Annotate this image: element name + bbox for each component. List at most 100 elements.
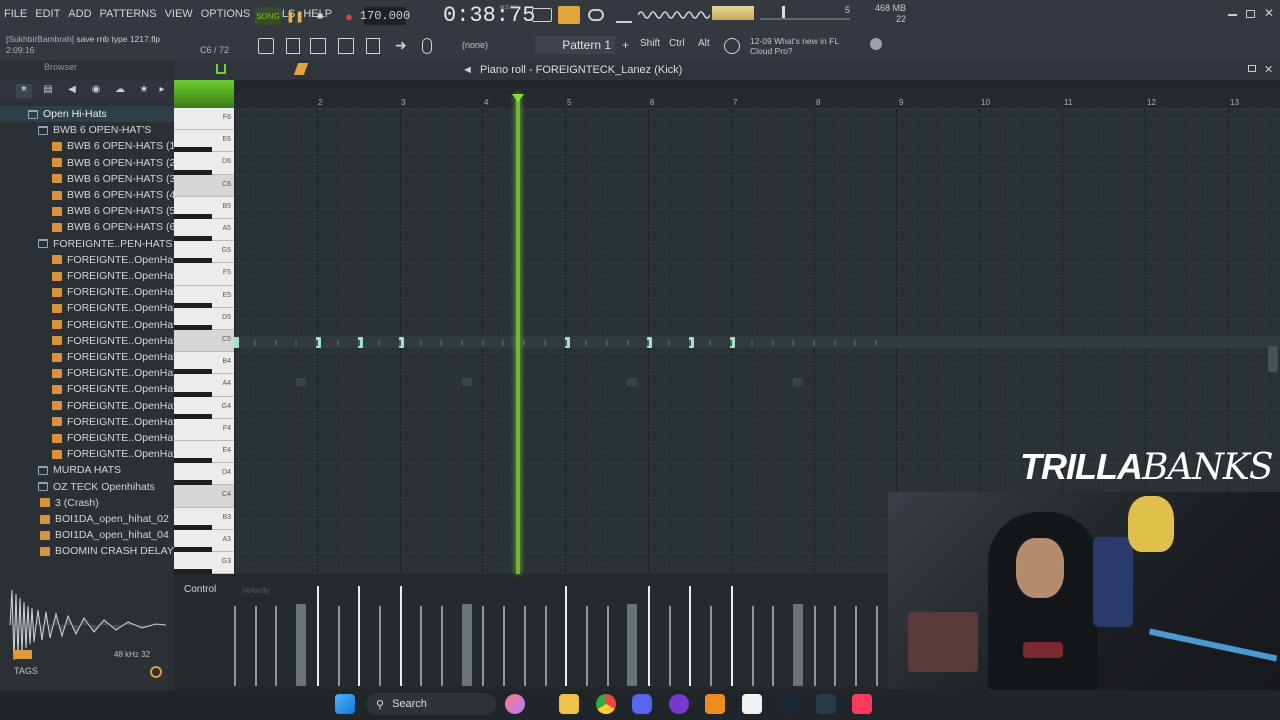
chrome-icon[interactable] [596, 694, 616, 714]
capcut-icon[interactable] [742, 694, 762, 714]
velocity-bar[interactable] [565, 586, 568, 686]
piano-roll-maximize-icon[interactable] [1248, 65, 1256, 72]
globe-icon[interactable] [870, 38, 882, 50]
velocity-bar[interactable] [523, 606, 526, 686]
browser-item[interactable]: FOREIGNTE..OpenHat) [52, 333, 174, 349]
steam-icon[interactable] [779, 694, 799, 714]
browser-item[interactable]: Open Hi-Hats [0, 106, 174, 122]
white-key[interactable]: F6 [174, 108, 234, 131]
file-explorer-icon[interactable] [559, 694, 579, 714]
menu-patterns[interactable]: PATTERNS [100, 8, 157, 20]
browser-item[interactable]: OZ TECK Openhihats [38, 479, 155, 495]
browser-sync-icon[interactable]: ◉ [88, 84, 104, 98]
itunes-icon[interactable] [852, 694, 872, 714]
control-label[interactable]: Control [184, 584, 216, 595]
white-key[interactable]: F4 [174, 418, 234, 441]
velocity-bar[interactable] [503, 606, 506, 686]
news-icon[interactable] [724, 38, 740, 54]
alt-key[interactable]: Alt [698, 38, 710, 49]
channel-rack-icon[interactable] [286, 38, 300, 54]
shift-key[interactable]: Shift [640, 38, 660, 49]
windows-start-icon[interactable] [335, 694, 355, 714]
menu-add[interactable]: ADD [68, 8, 91, 20]
velocity-bar[interactable] [420, 606, 423, 686]
browser-item[interactable]: FOREIGNTE..OpenHat) [52, 381, 174, 397]
tags-label[interactable]: TAGS [14, 666, 38, 676]
cloud-icon[interactable]: ☁ [112, 84, 128, 98]
colorful-app-icon[interactable] [505, 694, 525, 714]
taskbar-search[interactable]: ⚲ Search [366, 693, 496, 715]
typing-keyboard-icon[interactable] [532, 8, 552, 22]
browser-more-icon[interactable]: ▸ [154, 84, 170, 98]
black-key[interactable] [174, 569, 212, 574]
velocity-bar[interactable] [296, 604, 306, 686]
master-volume-handle[interactable] [782, 6, 785, 18]
menu-view[interactable]: VIEW [165, 8, 193, 20]
browser-item[interactable]: BWB 6 OPEN-HATS (1) [52, 138, 174, 154]
browser-item[interactable]: FOREIGNTE..OpenHat) [52, 252, 174, 268]
search-icon[interactable] [150, 666, 162, 678]
menu-edit[interactable]: EDIT [35, 8, 60, 20]
velocity-bar[interactable] [254, 606, 257, 686]
velocity-bar[interactable] [710, 606, 713, 686]
mixer-icon[interactable] [338, 38, 354, 54]
velocity-bar[interactable] [730, 586, 733, 686]
browser-item[interactable]: MURDA HATS [38, 462, 121, 478]
velocity-bar[interactable] [337, 606, 340, 686]
velocity-bar[interactable] [689, 586, 692, 686]
menu-file[interactable]: FILE [4, 8, 27, 20]
music-app-icon[interactable] [669, 694, 689, 714]
white-key[interactable]: C5 [174, 330, 234, 353]
piano-keyboard[interactable]: F6 E6 D6 C6 B5 A5 G5 F5 E5 D5 C5 B4 A4 G4 F4 E4 D4 C4 B3 A3… [174, 108, 234, 574]
controller-icon[interactable] [816, 694, 836, 714]
velocity-bar[interactable] [606, 606, 609, 686]
browser-item[interactable]: BOOMIN CRASH DELAY [40, 543, 174, 559]
stop-icon[interactable]: ■ [312, 7, 328, 25]
browser-item[interactable]: BWB 6 OPEN-HATS (6) [52, 219, 174, 235]
maximize-icon[interactable] [1246, 10, 1255, 18]
menu-options[interactable]: OPTIONS [201, 8, 251, 20]
browser-item[interactable]: FOREIGNTE..PEN-HATS [38, 236, 172, 252]
arrow-right-icon[interactable]: ➜ [395, 37, 407, 54]
browser-all-icon[interactable]: ✶ [16, 84, 32, 98]
scroll-overview[interactable] [174, 80, 234, 108]
velocity-bar[interactable] [316, 586, 319, 686]
playhead-marker[interactable] [512, 94, 524, 102]
pattern-selector[interactable]: Pattern 1 [535, 36, 615, 54]
browser-item[interactable]: FOREIGNTE..OpenHat) [52, 398, 174, 414]
velocity-bar[interactable] [544, 606, 547, 686]
tempo-field[interactable]: 170.000 [360, 7, 410, 25]
minimize-icon[interactable] [1228, 14, 1237, 16]
white-key[interactable]: F5 [174, 263, 234, 286]
velocity-bar[interactable] [378, 606, 381, 686]
timeline-ruler[interactable] [234, 94, 1280, 108]
midi-note[interactable] [234, 337, 239, 348]
browser-item[interactable]: 3 (Crash) [40, 495, 99, 511]
piano-roll-icon[interactable] [310, 38, 326, 54]
velocity-bar[interactable] [813, 606, 816, 686]
pause-icon[interactable]: ❚❚ [286, 7, 304, 25]
browser-item[interactable]: BWB 6 OPEN-HATS (3) [52, 171, 174, 187]
velocity-bar[interactable] [648, 586, 650, 686]
velocity-bar[interactable] [668, 606, 671, 686]
add-pattern-icon[interactable]: + [622, 38, 629, 52]
discord-icon[interactable] [632, 694, 652, 714]
velocity-bar[interactable] [441, 606, 443, 686]
browser-item[interactable]: BOI1DA_open_hihat_02 [40, 511, 169, 527]
velocity-bar[interactable] [482, 606, 485, 686]
fl-studio-icon[interactable] [705, 694, 725, 714]
browser-back-icon[interactable]: ◀ [64, 84, 80, 98]
browser-item[interactable]: FOREIGNTE..OpenHat) [52, 317, 174, 333]
velocity-bar[interactable] [875, 606, 878, 686]
white-key[interactable]: C6 [174, 174, 234, 197]
velocity-bar[interactable] [772, 606, 775, 686]
velocity-bar[interactable] [234, 606, 236, 686]
loop-record-icon[interactable] [588, 9, 604, 21]
white-key[interactable]: C4 [174, 485, 234, 508]
microphone-icon[interactable] [422, 38, 432, 54]
magnet-icon[interactable] [216, 64, 226, 74]
browser-item[interactable]: BWB 6 OPEN-HATS (2) [52, 155, 174, 171]
song-mode-toggle[interactable]: SONG [255, 7, 281, 25]
ctrl-key[interactable]: Ctrl [669, 38, 685, 49]
browser-item[interactable]: BWB 6 OPEN-HAT'S [38, 122, 151, 138]
